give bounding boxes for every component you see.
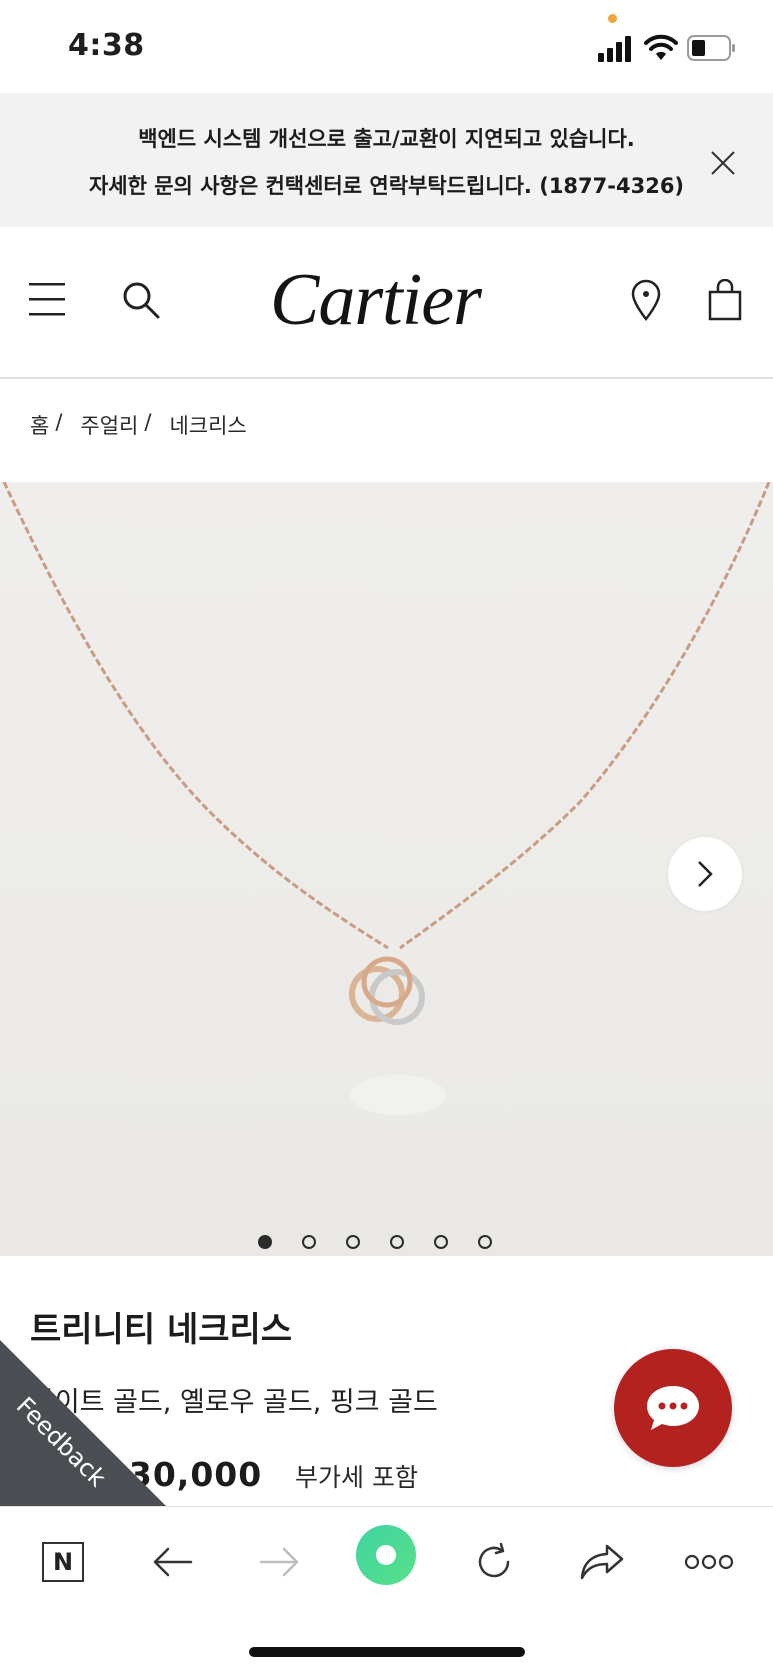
cartier-logo[interactable]: Cartier [270, 258, 482, 343]
gallery-next-button[interactable] [668, 837, 742, 911]
breadcrumb-separator: / [144, 410, 152, 434]
breadcrumb-jewelry[interactable]: 주얼리 [80, 410, 138, 440]
gallery-dot[interactable] [390, 1235, 404, 1249]
gallery-dot[interactable] [346, 1235, 360, 1249]
feedback-tab[interactable]: Feedback [0, 1340, 170, 1510]
battery-icon [687, 35, 735, 61]
cellular-signal-icon [598, 36, 631, 62]
share-arrow-icon [580, 1544, 624, 1580]
chevron-right-icon [698, 861, 713, 887]
gallery-pagination [258, 1235, 492, 1249]
search-icon[interactable] [121, 280, 161, 320]
privacy-indicator-dot [608, 14, 617, 23]
chat-button[interactable] [614, 1349, 732, 1467]
chat-bubble-icon [647, 1386, 699, 1430]
naver-logo: N [42, 1542, 84, 1582]
green-dot-icon [376, 1545, 396, 1565]
forward-button[interactable] [250, 1532, 310, 1592]
green-dot-button[interactable] [356, 1525, 416, 1585]
product-image [2, 482, 771, 1115]
shopping-bag-icon[interactable] [708, 279, 742, 321]
back-button[interactable] [142, 1532, 202, 1592]
product-image-gallery[interactable] [0, 482, 773, 1256]
breadcrumb-necklaces[interactable]: 네크리스 [169, 410, 246, 440]
more-horizontal-icon [684, 1554, 734, 1570]
menu-icon[interactable] [29, 281, 67, 317]
arrow-left-icon [153, 1547, 193, 1577]
gallery-dot[interactable] [302, 1235, 316, 1249]
reload-button[interactable] [464, 1532, 524, 1592]
gallery-dot[interactable] [434, 1235, 448, 1249]
notice-line-2: 자세한 문의 사항은 컨택센터로 연락부탁드립니다. (1877-4326) [88, 174, 685, 198]
status-time: 4:38 [68, 28, 145, 63]
naver-home-button[interactable]: N [33, 1532, 93, 1592]
wifi-icon [644, 34, 678, 60]
breadcrumb-separator: / [55, 410, 63, 434]
notice-line-1: 백엔드 시스템 개선으로 출고/교환이 지연되고 있습니다. [138, 127, 635, 151]
notice-banner [0, 93, 773, 227]
gallery-dot[interactable] [478, 1235, 492, 1249]
home-indicator [249, 1647, 525, 1657]
vat-note: 부가세 포함 [295, 1463, 418, 1492]
share-button[interactable] [572, 1532, 632, 1592]
arrow-right-icon [259, 1547, 299, 1577]
close-icon[interactable] [708, 148, 738, 178]
breadcrumb-home[interactable]: 홈 [30, 410, 49, 440]
breadcrumb: 홈 / 주얼리 / 네크리스 [30, 410, 247, 440]
gallery-dot[interactable] [258, 1235, 272, 1249]
store-locator-icon[interactable] [630, 279, 662, 321]
more-button[interactable] [679, 1532, 739, 1592]
reload-icon [478, 1542, 510, 1578]
